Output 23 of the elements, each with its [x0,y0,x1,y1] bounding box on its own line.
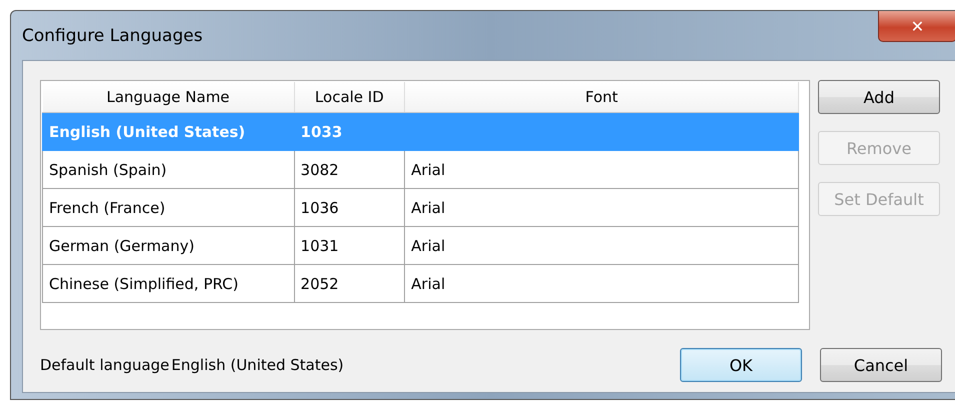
ok-button[interactable]: OK [680,348,802,382]
table-cell[interactable]: Arial [404,264,798,302]
table-cell[interactable]: Arial [404,188,798,226]
default-language-label: Default language [40,356,170,374]
table-cell[interactable]: Arial [404,226,798,264]
window-title: Configure Languages [22,26,203,46]
table-cell[interactable]: Spanish (Spain) [42,150,294,188]
table-cell[interactable]: Chinese (Simplified, PRC) [42,264,294,302]
column-header[interactable]: Locale ID [294,82,405,112]
add-button[interactable]: Add [818,80,940,114]
column-header[interactable]: Language Name [42,82,294,112]
default-language-value: English (United States) [171,356,345,374]
table-cell[interactable]: 2052 [294,264,405,302]
table-cell[interactable]: 3082 [294,150,405,188]
column-header[interactable]: Font [404,82,798,112]
table-cell[interactable]: German (Germany) [42,226,294,264]
cancel-button[interactable]: Cancel [820,348,942,382]
table-cell[interactable]: 1036 [294,188,405,226]
table-cell[interactable] [404,112,798,150]
table-cell[interactable]: French (France) [42,188,294,226]
close-button[interactable]: ✕ [878,11,955,42]
table-cell[interactable]: 1031 [294,226,405,264]
table-cell[interactable]: Arial [404,150,798,188]
